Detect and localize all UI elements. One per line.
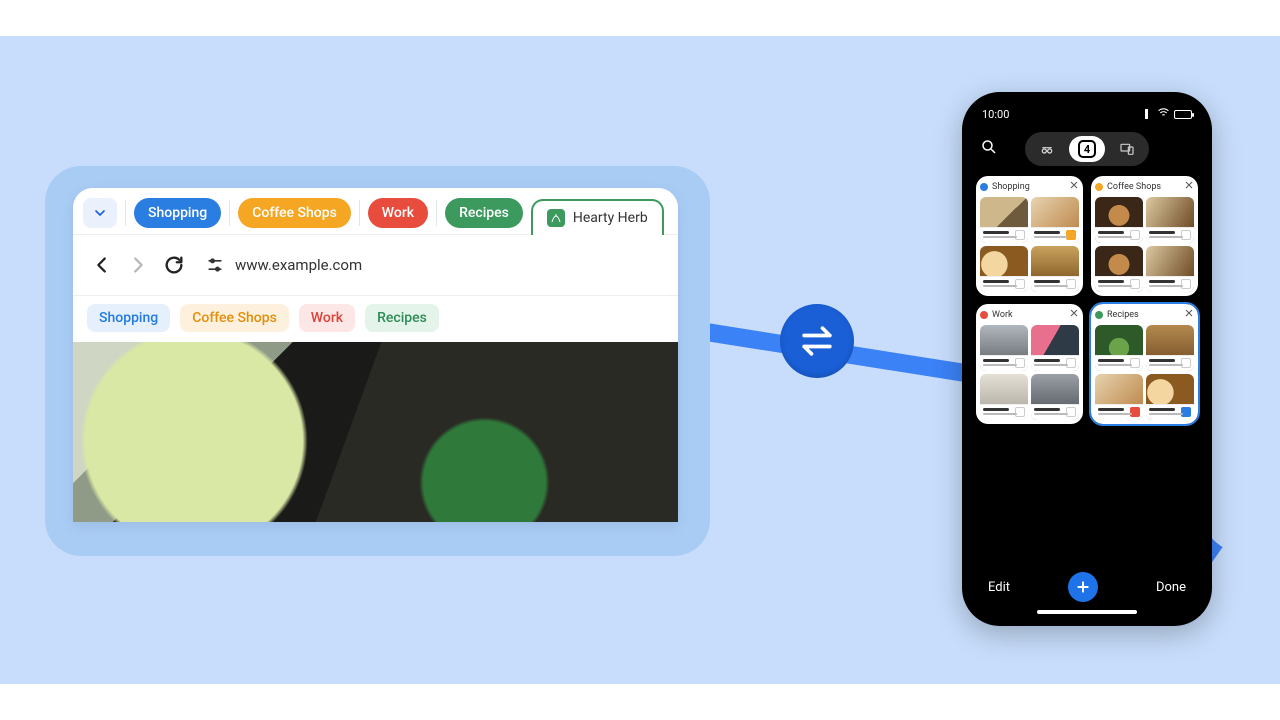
open-tabs-count-button[interactable]: 4 (1069, 136, 1105, 162)
tab-groups-menu-button[interactable] (83, 198, 117, 228)
tab-group-recipes[interactable]: Recipes (445, 198, 523, 228)
new-tab-button[interactable] (1068, 572, 1098, 602)
search-tabs-button[interactable] (980, 138, 998, 160)
tab-thumbnail[interactable] (1146, 374, 1194, 420)
done-button[interactable]: Done (1156, 580, 1186, 595)
forward-icon[interactable] (127, 254, 149, 276)
promo-stage: Shopping Coffee Shops Work Recipes Heart… (0, 36, 1280, 684)
group-title: Recipes (1107, 310, 1180, 320)
tab-thumbnail[interactable] (980, 374, 1028, 420)
wifi-icon (1157, 106, 1170, 122)
browser-window: Shopping Coffee Shops Work Recipes Heart… (73, 188, 678, 522)
close-group-button[interactable] (1069, 180, 1079, 193)
tab-thumbnail[interactable] (1031, 374, 1079, 420)
chip-shopping[interactable]: Shopping (87, 304, 170, 332)
tab-group-coffee-shops[interactable]: Coffee Shops (238, 198, 351, 228)
tab-switcher-segment: 4 (1025, 132, 1149, 166)
site-settings-icon[interactable] (205, 255, 225, 275)
tab-switcher-bottom-bar: Edit Done (972, 562, 1202, 604)
toolbar: www.example.com (73, 235, 678, 296)
group-dot-icon (1095, 311, 1103, 319)
group-title: Shopping (992, 182, 1065, 192)
url-text: www.example.com (235, 256, 362, 274)
tab-thumbnail[interactable] (1146, 325, 1194, 371)
tab-thumbnail[interactable] (1095, 325, 1143, 371)
page-hero-image (73, 342, 678, 522)
tab-thumbnail[interactable] (980, 246, 1028, 292)
tab-thumbnail[interactable] (1031, 197, 1079, 243)
close-group-button[interactable] (1069, 308, 1079, 321)
bookmark-chips: Shopping Coffee Shops Work Recipes (73, 296, 678, 342)
back-icon[interactable] (91, 254, 113, 276)
tab-thumbnail[interactable] (1146, 246, 1194, 292)
chip-coffee-shops[interactable]: Coffee Shops (180, 304, 289, 332)
tab-group-work[interactable]: Work (368, 198, 428, 228)
address-bar[interactable]: www.example.com (199, 247, 660, 283)
signal-icon (1139, 109, 1153, 119)
group-card-shopping[interactable]: Shopping (976, 176, 1083, 296)
open-tabs-count: 4 (1078, 140, 1096, 158)
active-tab[interactable]: Hearty Herb (531, 199, 664, 235)
tab-thumbnail[interactable] (1031, 246, 1079, 292)
other-devices-button[interactable] (1109, 136, 1145, 162)
phone-frame: 10:00 4 (962, 92, 1212, 626)
tab-thumbnail[interactable] (1095, 197, 1143, 243)
group-title: Coffee Shops (1107, 182, 1180, 192)
edit-button[interactable]: Edit (988, 580, 1010, 595)
chip-recipes[interactable]: Recipes (365, 304, 439, 332)
tab-thumbnail[interactable] (1095, 374, 1143, 420)
group-card-recipes[interactable]: Recipes (1091, 304, 1198, 424)
tab-thumbnail[interactable] (1095, 246, 1143, 292)
status-bar: 10:00 (972, 106, 1202, 128)
tab-thumbnail[interactable] (980, 325, 1028, 371)
group-card-coffee-shops[interactable]: Coffee Shops (1091, 176, 1198, 296)
group-dot-icon (980, 311, 988, 319)
group-title: Work (992, 310, 1065, 320)
group-card-work[interactable]: Work (976, 304, 1083, 424)
tab-groups-grid: Shopping Coffee Shops (972, 176, 1202, 562)
tab-strip: Shopping Coffee Shops Work Recipes Heart… (73, 188, 678, 235)
site-favicon-icon (547, 209, 565, 227)
tab-thumbnail[interactable] (980, 197, 1028, 243)
incognito-tabs-button[interactable] (1029, 136, 1065, 162)
active-tab-title: Hearty Herb (573, 210, 648, 226)
tab-group-shopping[interactable]: Shopping (134, 198, 221, 228)
tab-thumbnail[interactable] (1031, 325, 1079, 371)
group-dot-icon (1095, 183, 1103, 191)
battery-icon (1174, 110, 1192, 119)
sync-icon (780, 304, 854, 378)
home-indicator (1037, 610, 1137, 614)
close-group-button[interactable] (1184, 180, 1194, 193)
group-dot-icon (980, 183, 988, 191)
close-group-button[interactable] (1184, 308, 1194, 321)
desktop-browser-frame: Shopping Coffee Shops Work Recipes Heart… (45, 166, 710, 556)
tab-switcher-toolbar: 4 (972, 128, 1202, 176)
chip-work[interactable]: Work (299, 304, 355, 332)
tab-thumbnail[interactable] (1146, 197, 1194, 243)
clock: 10:00 (982, 108, 1009, 121)
reload-icon[interactable] (163, 254, 185, 276)
